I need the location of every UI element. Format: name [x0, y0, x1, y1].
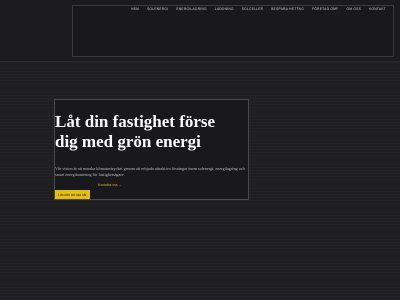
nav-item-energilagring[interactable]: ENERGILAGRING [176, 7, 206, 11]
hero-title-line1: Låt din fastighet förse [55, 112, 216, 131]
read-more-button[interactable]: Läs mer om oss här [55, 190, 90, 199]
header-banner-panel [72, 5, 394, 57]
nav-item-bespara[interactable]: BESPARA HETTNG [271, 7, 304, 11]
hero-title-line2: dig med grön energi [55, 132, 201, 151]
nav-item-foretag[interactable]: FÖRETAG OMF [312, 7, 338, 11]
nav-item-kontakt[interactable]: KONTAKT [369, 7, 386, 11]
nav-item-solceller[interactable]: SOLCELLER [242, 7, 263, 11]
site-header: HEM SOLENERGI ENERGILAGRING LADDNING SOL… [0, 0, 400, 62]
hero-title: Låt din fastighet förse dig med grön ene… [55, 112, 245, 152]
nav-item-solenergi[interactable]: SOLENERGI [147, 7, 168, 11]
contact-link[interactable]: Kontakta oss → [98, 183, 122, 187]
main-navigation: HEM SOLENERGI ENERGILAGRING LADDNING SOL… [131, 7, 386, 11]
nav-item-laddning[interactable]: LADDNING [215, 7, 234, 11]
nav-item-hem[interactable]: HEM [131, 7, 139, 11]
nav-item-om-oss[interactable]: OM OSS [347, 7, 362, 11]
hero-description: Vår vision är att minska klimatavtrycket… [55, 166, 245, 177]
